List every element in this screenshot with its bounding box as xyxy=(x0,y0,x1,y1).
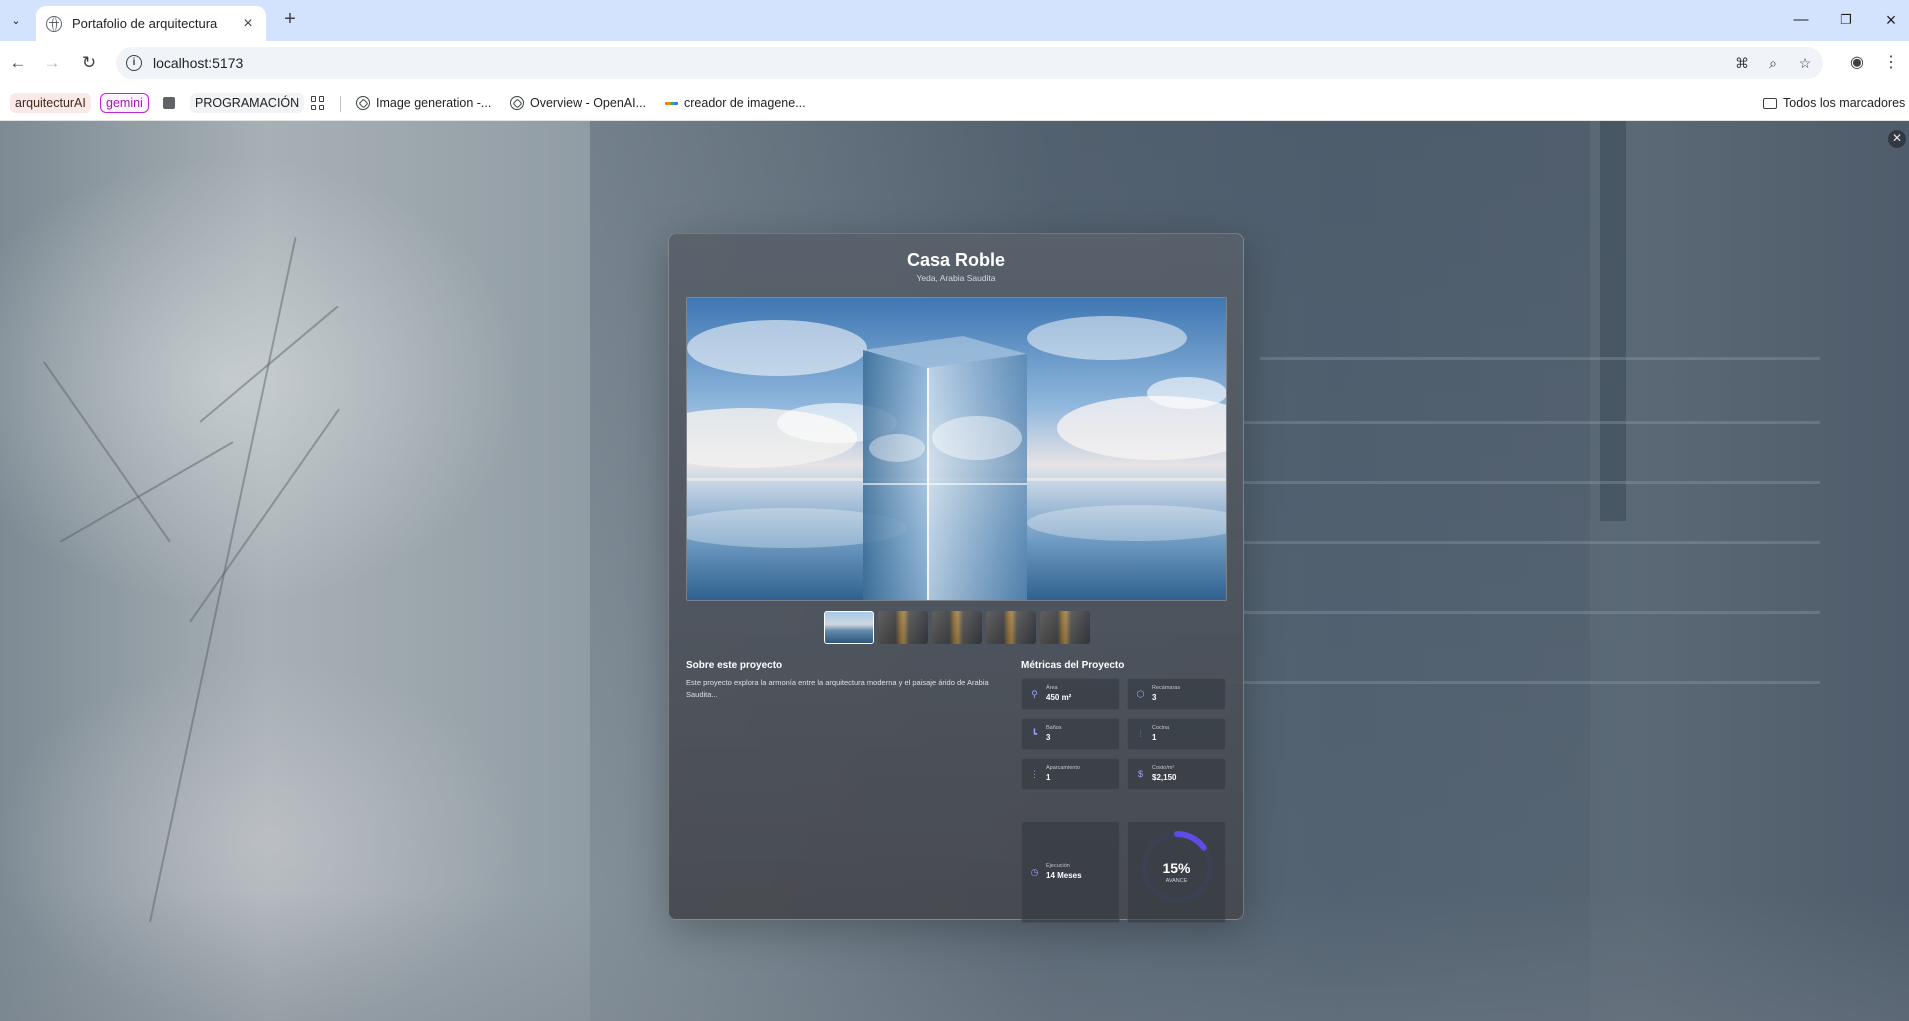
project-location: Yeda, Arabia Saudita xyxy=(916,273,996,283)
tab-title: Portafolio de arquitectura xyxy=(72,16,218,31)
bookmark-creador-imagenes[interactable]: creador de imagene... xyxy=(665,91,806,115)
openai-icon xyxy=(356,96,370,110)
thumbnail-1[interactable] xyxy=(824,611,874,644)
restore-icon[interactable]: ❐ xyxy=(1831,8,1861,32)
bedroom-icon: ⬡ xyxy=(1136,689,1145,699)
bookmark-overview-openai[interactable]: Overview - OpenAI... xyxy=(510,91,646,115)
active-tab[interactable]: Portafolio de arquitectura × xyxy=(36,6,266,41)
close-window-icon[interactable]: × xyxy=(1876,8,1906,32)
background-step xyxy=(1220,481,1820,484)
progress-label: AVANCE xyxy=(1165,878,1188,884)
bath-icon: ┗ xyxy=(1031,729,1038,739)
bookmarks-bar: arquitecturAI gemini PROGRAMACIÓN Image … xyxy=(0,85,1909,121)
area-icon: ⚲ xyxy=(1031,689,1038,699)
progress-widget: 15% AVANCE xyxy=(1127,821,1226,923)
metric-execution: ◷ Ejecución 14 Meses xyxy=(1021,821,1120,923)
minimize-icon[interactable]: — xyxy=(1786,8,1816,32)
tab-search-icon[interactable]: ⌄ xyxy=(6,10,26,30)
project-main-image[interactable] xyxy=(686,297,1227,601)
metrics-heading: Métricas del Proyecto xyxy=(1021,660,1125,671)
thumbnail-strip xyxy=(824,611,1090,644)
kitchen-icon: ⫶ xyxy=(1139,729,1142,739)
project-modal: Casa Roble Yeda, Arabia Saudita Sobre es… xyxy=(668,233,1244,923)
progress-percent: 15% xyxy=(1162,860,1191,876)
bookmark-folder-square[interactable] xyxy=(163,91,175,115)
site-info-icon[interactable]: i xyxy=(126,55,142,71)
bookmark-image-generation[interactable]: Image generation -... xyxy=(356,91,491,115)
background-step xyxy=(1180,611,1820,614)
background-step xyxy=(1240,421,1820,424)
browser-toolbar: ← → ↻ i localhost:5173 ⌘ ⌕ ☆ ◉ ⋮ xyxy=(0,41,1909,85)
bookmark-star-icon[interactable]: ☆ xyxy=(1796,54,1814,72)
all-bookmarks-folder[interactable]: Todos los marcadores xyxy=(1763,91,1905,115)
thumbnail-2[interactable] xyxy=(878,611,928,644)
metric-bathrooms: ┗ Baños 3 xyxy=(1021,718,1120,750)
dollar-icon: $ xyxy=(1137,769,1143,779)
apps-grid-icon xyxy=(311,96,325,110)
thumbnail-3[interactable] xyxy=(932,611,982,644)
profile-icon[interactable]: ◉ xyxy=(1846,52,1868,74)
bookmark-apps[interactable] xyxy=(311,91,325,115)
metric-kitchen: ⫶ Cocina 1 xyxy=(1127,718,1226,750)
bookmarks-divider xyxy=(340,96,341,112)
background-branch xyxy=(189,408,340,623)
openai-icon xyxy=(510,96,524,110)
translate-icon[interactable]: ⌘ xyxy=(1733,54,1751,72)
background-branch xyxy=(59,441,234,543)
url-text: localhost:5173 xyxy=(153,55,244,71)
background-branch xyxy=(199,305,339,423)
thumbnail-5[interactable] xyxy=(1040,611,1090,644)
glass-cube-render xyxy=(687,298,1226,600)
bookmark-gemini[interactable]: gemini xyxy=(100,91,149,115)
address-bar[interactable]: i localhost:5173 ⌘ ⌕ ☆ xyxy=(116,47,1823,79)
parking-icon: ⋮ xyxy=(1030,769,1039,779)
metric-cost: $ Costo/m² $2,150 xyxy=(1127,758,1226,790)
reload-icon[interactable]: ↻ xyxy=(77,51,101,75)
tab-strip: ⌄ Portafolio de arquitectura × + — ❐ × xyxy=(0,0,1909,41)
new-tab-icon[interactable]: + xyxy=(278,8,302,32)
metric-parking: ⋮ Aparcamiento 1 xyxy=(1021,758,1120,790)
folder-icon xyxy=(1763,97,1777,109)
zoom-icon[interactable]: ⌕ xyxy=(1764,54,1782,72)
rainbow-icon xyxy=(665,101,678,105)
globe-icon xyxy=(46,15,62,32)
background-step xyxy=(1200,541,1820,544)
bookmark-programacion[interactable]: PROGRAMACIÓN xyxy=(190,91,305,115)
metric-bedrooms: ⬡ Recámaras 3 xyxy=(1127,678,1226,710)
project-title: Casa Roble xyxy=(906,250,1006,270)
close-tab-icon[interactable]: × xyxy=(240,15,256,33)
forward-icon[interactable]: → xyxy=(40,51,64,75)
about-heading: Sobre este proyecto xyxy=(686,660,783,671)
menu-icon[interactable]: ⋮ xyxy=(1880,52,1902,74)
bookmark-arquitecturai[interactable]: arquitecturAI xyxy=(10,91,91,115)
background-pillar xyxy=(1600,121,1626,521)
about-description: Este proyecto explora la armonía entre l… xyxy=(686,678,989,699)
square-icon xyxy=(163,97,175,109)
metric-area: ⚲ Área 450 m² xyxy=(1021,678,1120,710)
back-icon[interactable]: ← xyxy=(6,51,30,75)
background-step xyxy=(1160,681,1820,684)
close-modal-button[interactable]: ✕ xyxy=(1888,130,1906,148)
background-step xyxy=(1260,357,1820,360)
background-branch xyxy=(149,237,297,923)
thumbnail-4[interactable] xyxy=(986,611,1036,644)
clock-icon: ◷ xyxy=(1030,867,1039,877)
page-viewport: ✕ Casa Roble Yeda, Arabia Saudita Sobre … xyxy=(0,121,1909,1021)
